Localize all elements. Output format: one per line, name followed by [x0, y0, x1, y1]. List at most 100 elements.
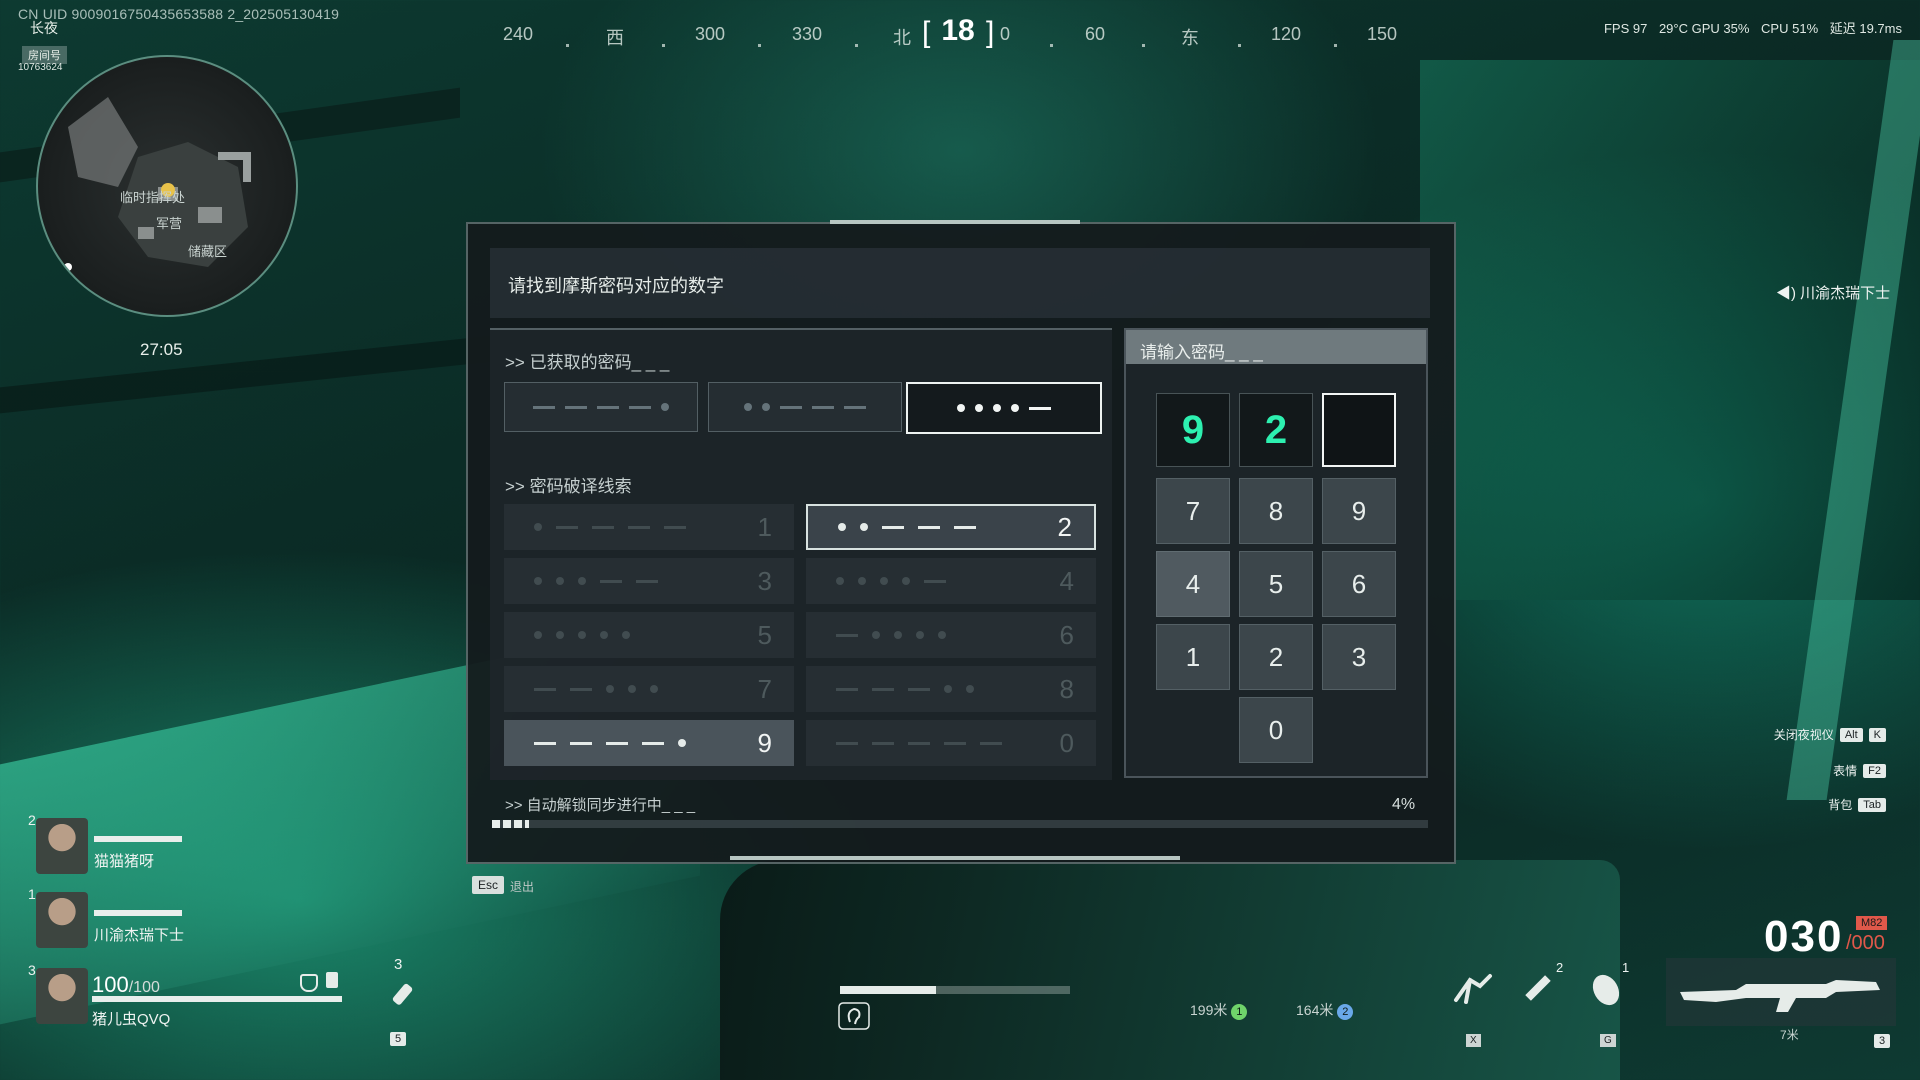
morse-dash [954, 525, 976, 529]
keypad-key-4[interactable]: 4 [1156, 551, 1230, 617]
obtained-codes-label: >> 已获取的密码_ _ _ [505, 353, 670, 372]
voice-speaker-indicator: ◀) 川渝杰瑞下士 [1776, 282, 1890, 303]
marker-badge: 2 [1337, 1004, 1354, 1020]
clue-digit: 8 [1059, 673, 1074, 704]
dialog-top-accent [830, 220, 1080, 224]
keypad-key-6[interactable]: 6 [1322, 551, 1396, 617]
morse-pattern [534, 631, 734, 639]
morse-dot [650, 685, 658, 693]
clue-cell[interactable]: 3 [504, 558, 794, 604]
clue-cell[interactable]: 0 [806, 720, 1096, 766]
morse-dash [533, 405, 555, 409]
keypad-key-9[interactable]: 9 [1322, 478, 1396, 544]
match-timer: 27:05 [140, 340, 183, 359]
morse-pattern [836, 741, 1036, 745]
keypad-key-5[interactable]: 5 [1239, 551, 1313, 617]
minimap-label: 军营 [156, 216, 183, 231]
minimap[interactable]: 临时指挥处 军营 储藏区 [36, 55, 298, 317]
keypad-key-3[interactable]: 3 [1322, 624, 1396, 690]
morse-dash [629, 405, 651, 409]
compass-tick: 北 [893, 28, 911, 48]
self-index: 3 [28, 962, 36, 978]
morse-dash [534, 687, 556, 691]
clue-cell[interactable]: 4 [806, 558, 1096, 604]
hotkey-backpack[interactable]: 背包 Tab [1828, 796, 1886, 813]
squad-name: 猫猫猪呀 [94, 853, 155, 870]
keypad-key-2[interactable]: 2 [1239, 624, 1313, 690]
clue-digit: 1 [757, 511, 772, 542]
morse-dot [838, 523, 846, 531]
compass-tick: 东 [1181, 28, 1199, 48]
auto-unlock-label: >> 自动解锁同步进行中_ _ _ [505, 797, 696, 814]
compass-heading: 18 [941, 14, 975, 47]
clue-digit: 0 [1059, 727, 1074, 758]
morse-dash [570, 687, 592, 691]
scene-shelf-left-2 [0, 332, 520, 414]
hotkey-nightvision[interactable]: 关闭夜视仪 Alt K [1774, 726, 1886, 743]
morse-dot [744, 403, 752, 411]
cpu-stat: CPU 51% [1761, 21, 1819, 36]
scene-wall-right [1420, 60, 1920, 600]
heading-bracket-right: ] [986, 16, 995, 49]
squad-name: 川渝杰瑞下士 [94, 927, 185, 944]
morse-dot [556, 631, 564, 639]
morse-dot [600, 631, 608, 639]
clue-cell[interactable]: 8 [806, 666, 1096, 712]
morse-dash [628, 525, 650, 529]
self-hp-value: 100 [92, 972, 129, 997]
avatar [36, 892, 88, 948]
hotkey-label: 表情 [1833, 764, 1858, 778]
clue-cell[interactable]: 6 [806, 612, 1096, 658]
compass-tick: 150 [1366, 24, 1398, 44]
ammo-reserve: /000 [1846, 932, 1885, 954]
obtained-code-slot[interactable] [708, 382, 902, 432]
obtained-code-slot[interactable] [504, 382, 698, 432]
morse-dot [762, 403, 770, 411]
skill-key: X [1466, 1034, 1481, 1047]
minimap-label: 储藏区 [188, 244, 228, 259]
clue-cell[interactable]: 5 [504, 612, 794, 658]
morse-pattern [838, 523, 1038, 531]
morse-dot [880, 577, 888, 585]
scene-pillar-right [1786, 40, 1920, 800]
compass-tick: 60 [1084, 24, 1106, 44]
morse-dot [534, 631, 542, 639]
morse-dot [622, 631, 630, 639]
morse-dash [980, 741, 1002, 745]
morse-dash [606, 741, 628, 745]
morse-dot [957, 404, 965, 412]
keypad-key-8[interactable]: 8 [1239, 478, 1313, 544]
dash-skill-icon [1454, 974, 1492, 1004]
exit-label: 退出 [510, 880, 535, 894]
auto-unlock-track [492, 820, 1428, 828]
clue-cell[interactable]: 7 [504, 666, 794, 712]
ammo-count: 030 [1764, 912, 1844, 961]
avatar [36, 818, 88, 874]
compass-dot [662, 44, 665, 47]
morse-dash [565, 405, 587, 409]
morse-dash [636, 579, 658, 583]
clue-cell[interactable]: 9 [504, 720, 794, 766]
compass-dot [1142, 44, 1145, 47]
morse-dash [882, 525, 904, 529]
morse-dash [844, 405, 866, 409]
password-input-label: 请输入密码_ _ _ [1140, 343, 1263, 362]
morse-dot [944, 685, 952, 693]
morse-dot [534, 577, 542, 585]
morse-dash [534, 741, 556, 745]
entered-digit-slot: 2 [1239, 393, 1313, 467]
keypad-key-0[interactable]: 0 [1239, 697, 1313, 763]
squad-index: 1 [28, 886, 36, 902]
morse-dash [918, 525, 940, 529]
obtained-code-slot[interactable] [906, 382, 1102, 434]
clue-cell[interactable]: 2 [806, 504, 1096, 550]
compass-tick: 0 [999, 24, 1011, 44]
keypad-key-7[interactable]: 7 [1156, 478, 1230, 544]
clue-cell[interactable]: 1 [504, 504, 794, 550]
morse-pattern [534, 577, 734, 585]
hotkey-emote[interactable]: 表情 F2 [1833, 762, 1886, 779]
esc-key-button[interactable]: Esc [472, 876, 505, 894]
morse-dot [860, 523, 868, 531]
squad-member: 2 猫猫猪呀 [28, 812, 348, 882]
keypad-key-1[interactable]: 1 [1156, 624, 1230, 690]
